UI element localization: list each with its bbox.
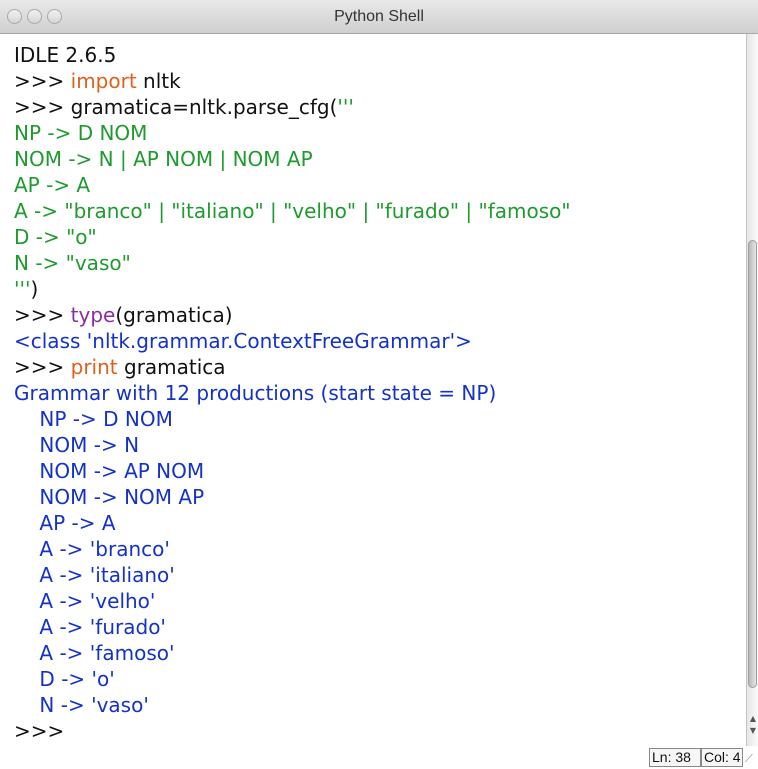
code-token: (gramatica): [115, 303, 233, 327]
code-token: NOM -> AP NOM: [14, 459, 205, 483]
code-token: type: [70, 303, 116, 327]
code-token: AP -> A: [14, 511, 116, 535]
code-token: >>>: [14, 303, 71, 327]
shell-line: >>> print gramatica: [14, 354, 226, 380]
code-token: N -> 'vaso': [14, 693, 149, 717]
shell-text-area[interactable]: IDLE 2.6.5 >>> import nltk >>> gramatica=…: [0, 34, 746, 746]
shell-line: NOM -> NOM AP: [14, 484, 204, 510]
code-token: N -> "vaso": [14, 251, 131, 275]
idle-banner: IDLE 2.6.5: [14, 43, 117, 67]
shell-line: >>> type(gramatica): [14, 302, 233, 328]
shell-line: Grammar with 12 productions (start state…: [14, 380, 496, 406]
code-token: NOM -> N: [14, 433, 140, 457]
shell-line: A -> 'italiano': [14, 562, 175, 588]
shell-line: NP -> D NOM: [14, 120, 147, 146]
code-token: D -> 'o': [14, 667, 115, 691]
code-token: >>>: [14, 69, 71, 93]
shell-line: A -> 'branco': [14, 536, 170, 562]
shell-line: NOM -> N: [14, 432, 139, 458]
code-token: ''': [14, 277, 31, 301]
code-token: Grammar with 12 productions (start state…: [14, 381, 497, 405]
line-number-indicator: Ln: 38: [649, 748, 701, 767]
shell-line: AP -> A: [14, 172, 90, 198]
code-token: ): [30, 277, 39, 301]
code-token: NP -> D NOM: [14, 121, 148, 145]
window-title: Python Shell: [334, 8, 424, 25]
scroll-down-arrow-icon[interactable]: ▼: [748, 726, 758, 735]
code-token: AP -> A: [14, 173, 91, 197]
shell-prompt-line: >>>: [14, 718, 71, 744]
shell-line: A -> 'famoso': [14, 640, 174, 666]
code-token: gramatica: [117, 355, 226, 379]
code-token: NOM -> N | AP NOM | NOM AP: [14, 147, 313, 171]
code-token: >>>: [14, 719, 71, 743]
shell-line: NOM -> AP NOM: [14, 458, 204, 484]
shell-line: >>> gramatica=nltk.parse_cfg(''': [14, 94, 354, 120]
code-token: print: [70, 355, 118, 379]
code-token: ''': [337, 95, 354, 119]
code-token: import: [70, 69, 137, 93]
shell-line: N -> 'vaso': [14, 692, 149, 718]
code-token: NOM -> NOM AP: [14, 485, 205, 509]
code-token: A -> 'furado': [14, 615, 166, 639]
shell-line: >>> import nltk: [14, 68, 181, 94]
python-shell-window: Python Shell IDLE 2.6.5 >>> import nltk >…: [0, 0, 758, 769]
scroll-up-arrow-icon[interactable]: ▲: [748, 714, 758, 723]
code-token: A -> 'italiano': [14, 563, 175, 587]
shell-line: '''): [14, 276, 38, 302]
shell-line: AP -> A: [14, 510, 116, 536]
resize-grip-icon[interactable]: ⟋: [745, 752, 757, 766]
column-number-indicator: Col: 4: [701, 748, 743, 767]
code-token: <class 'nltk.grammar.ContextFreeGrammar'…: [14, 329, 472, 353]
shell-line: N -> "vaso": [14, 250, 131, 276]
code-token: nltk: [136, 69, 181, 93]
status-bar: Ln: 38 Col: 4 ⟋: [0, 746, 758, 769]
code-token: A -> 'branco': [14, 537, 170, 561]
shell-line: NP -> D NOM: [14, 406, 173, 432]
shell-line: NOM -> N | AP NOM | NOM AP: [14, 146, 313, 172]
code-token: A -> "branco" | "italiano" | "velho" | "…: [14, 199, 571, 223]
shell-line: D -> "o": [14, 224, 97, 250]
shell-line: A -> "branco" | "italiano" | "velho" | "…: [14, 198, 571, 224]
shell-line: A -> 'velho': [14, 588, 155, 614]
code-token: >>>: [14, 355, 71, 379]
vertical-scrollbar[interactable]: ▲ ▼: [746, 34, 758, 746]
shell-line: <class 'nltk.grammar.ContextFreeGrammar'…: [14, 328, 472, 354]
code-token: D -> "o": [14, 225, 97, 249]
title-bar[interactable]: Python Shell: [0, 0, 758, 34]
code-token: A -> 'famoso': [14, 641, 175, 665]
scrollbar-thumb[interactable]: [748, 240, 757, 688]
code-token: NP -> D NOM: [14, 407, 173, 431]
code-token: A -> 'velho': [14, 589, 156, 613]
shell-line: A -> 'furado': [14, 614, 166, 640]
shell-line: D -> 'o': [14, 666, 115, 692]
code-token: >>> gramatica=nltk.parse_cfg(: [14, 95, 338, 119]
